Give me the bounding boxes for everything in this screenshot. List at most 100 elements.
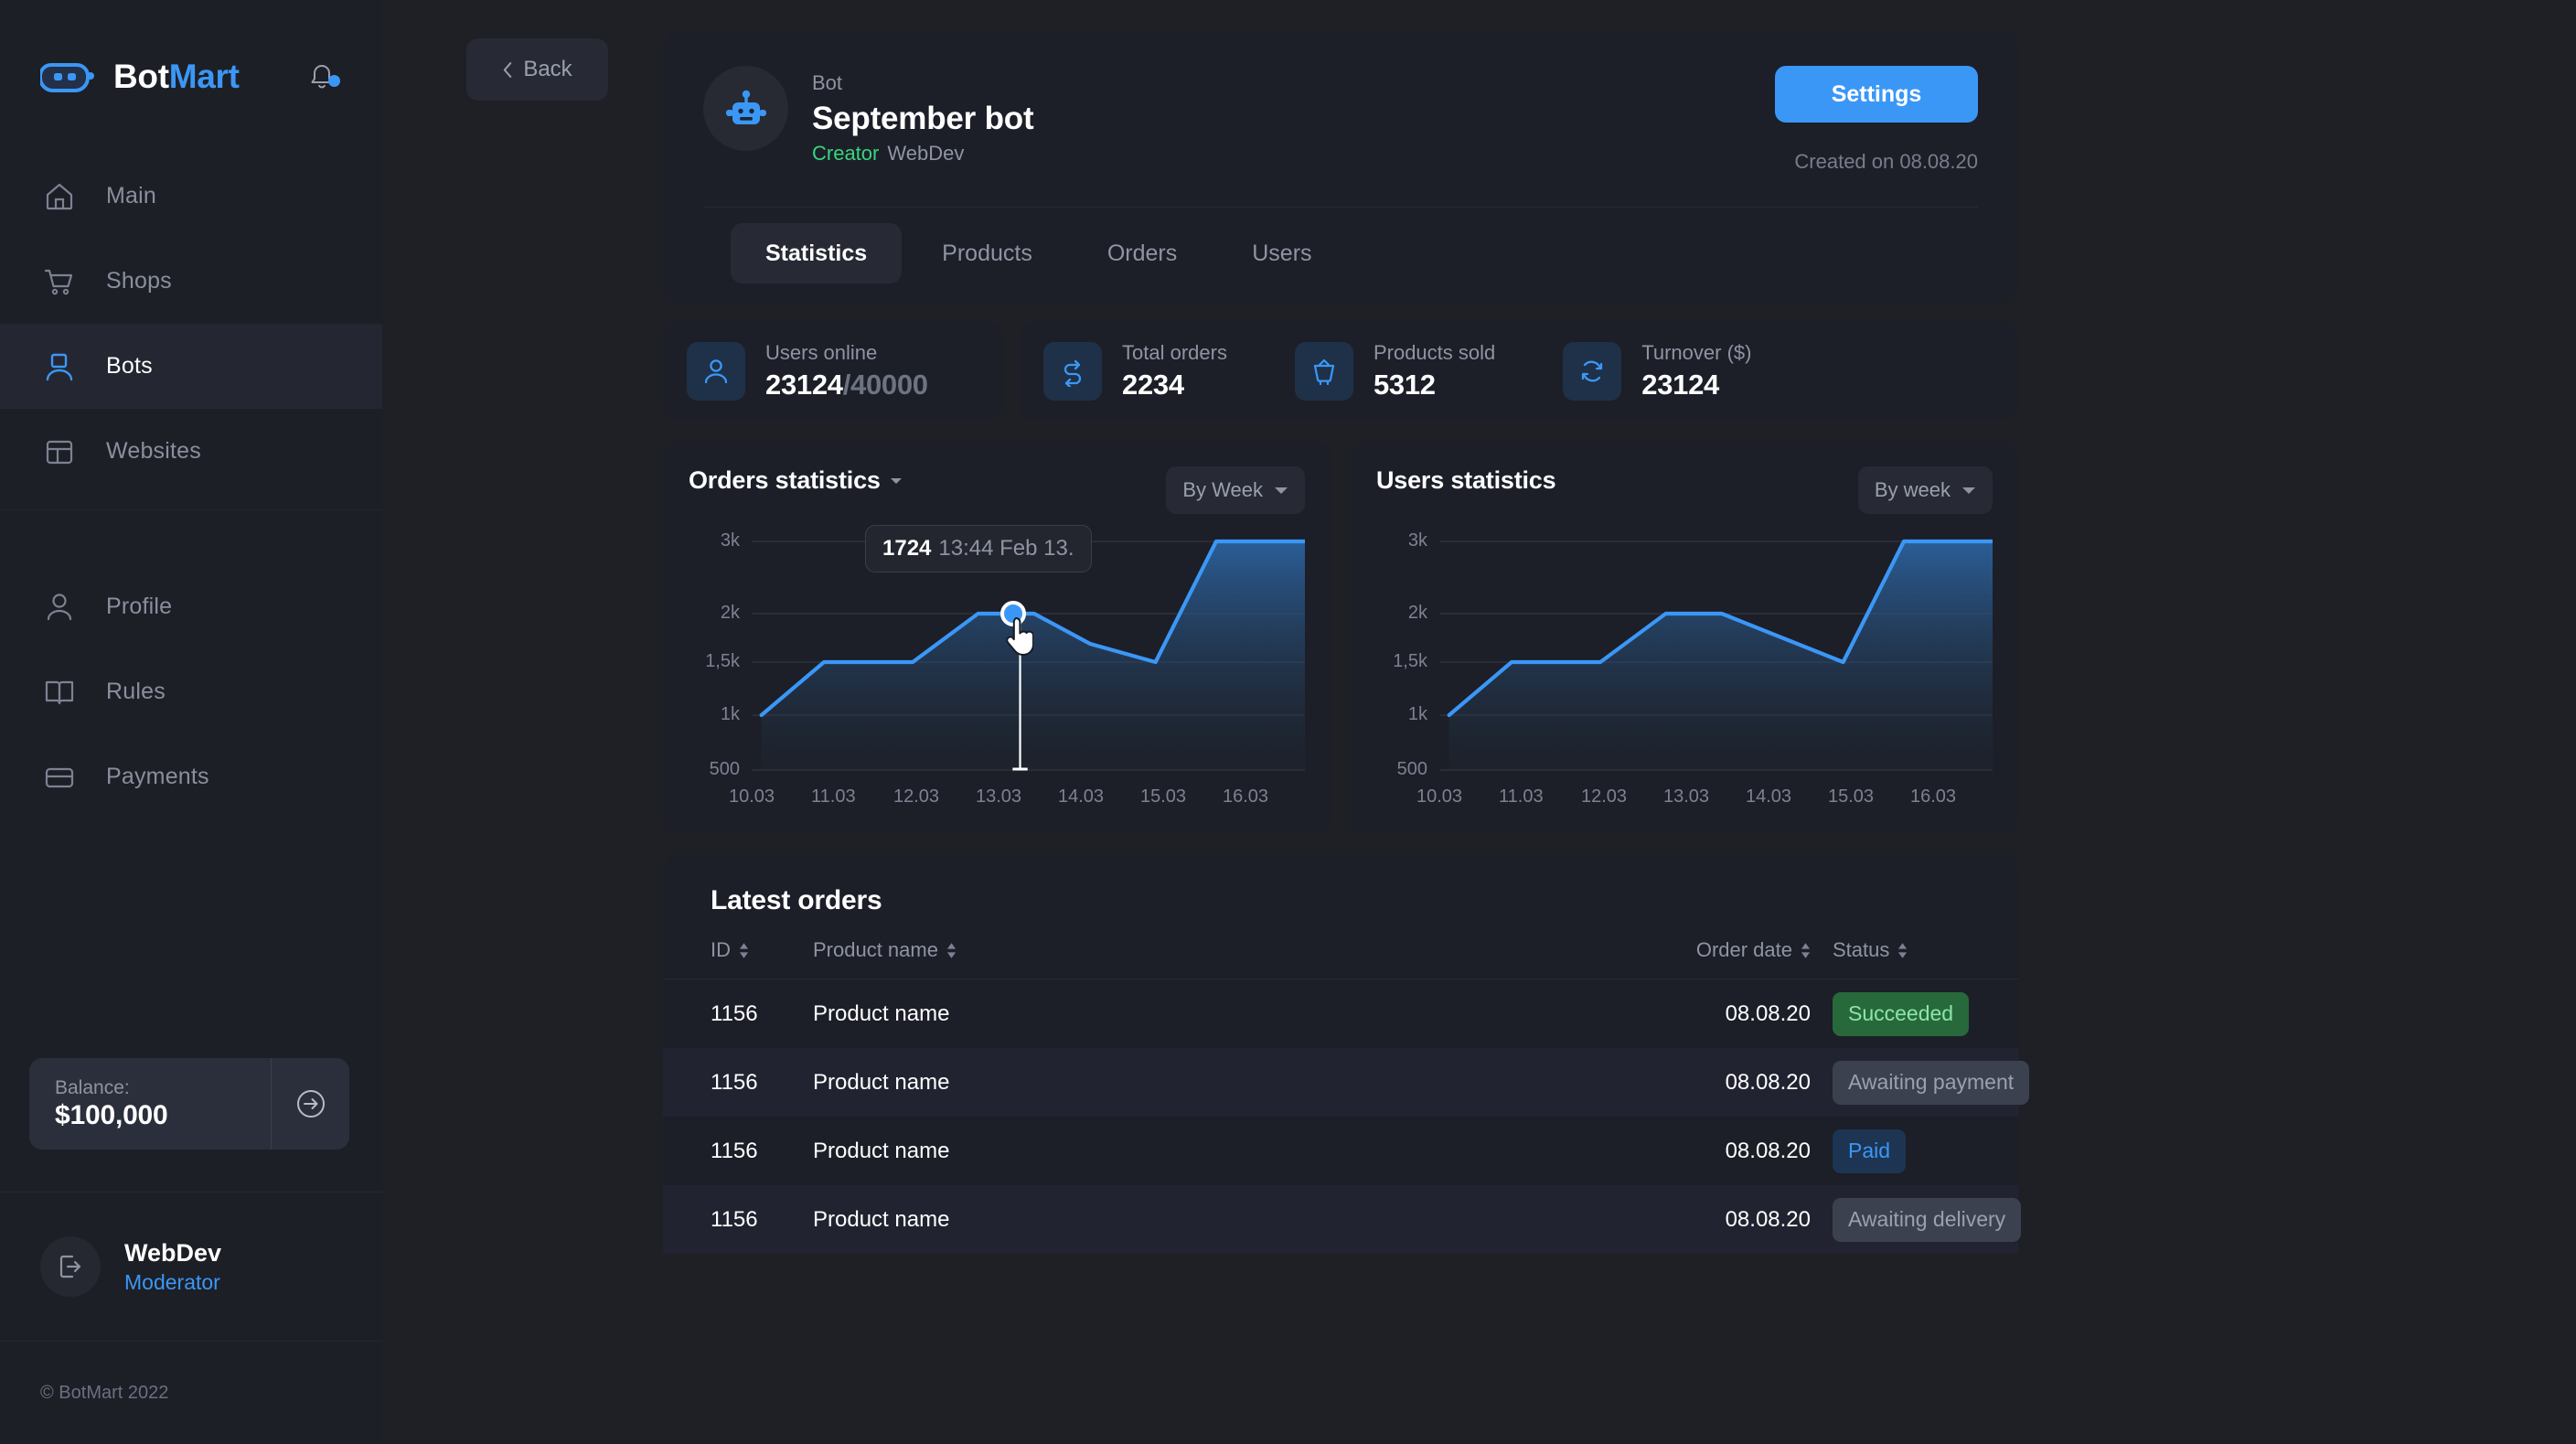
column-header-label: Status [1833,938,1890,961]
column-header-order-date[interactable]: Order date [1635,938,1811,962]
settings-button[interactable]: Settings [1775,66,1978,123]
sidebar-item-profile[interactable]: Profile [0,564,382,649]
cell-id: 1156 [711,1069,758,1095]
table-row[interactable]: 1156 Product name 08.08.20 Succeeded [663,979,2018,1048]
person-icon [40,588,79,626]
x-tick-label: 15.03 [1140,786,1187,807]
sidebar-item-label: Bots [106,353,153,379]
cell-id: 1156 [711,1206,758,1232]
column-header-product-name[interactable]: Product name [813,938,1635,962]
home-icon [40,177,79,216]
cart-icon [40,262,79,301]
chevron-left-icon [504,61,512,78]
table-row[interactable]: 1156 Product name 08.08.20 Awaiting deli… [663,1185,2022,1254]
y-tick-label: 1k [720,704,740,724]
tab-products[interactable]: Products [907,223,1067,283]
x-tick-label: 10.03 [1416,786,1463,807]
x-tick-label: 13.03 [976,786,1022,807]
column-header-label: ID [711,938,731,961]
bot-row: Bot September bot Creator WebDev Settings… [703,66,1978,174]
chart-title-text: Users statistics [1376,466,1556,494]
status-badge: Paid [1833,1128,1907,1173]
chart-header: Orders statistics By Week [689,466,1305,514]
sort-icon [1898,942,1908,958]
user-role: Moderator [124,1269,220,1294]
x-tick-label: 14.03 [1746,786,1792,807]
orders-period-selector[interactable]: By Week [1166,466,1305,514]
cell-status: Awaiting delivery [1811,1197,2022,1242]
x-tick-label: 15.03 [1828,786,1875,807]
chart-plot-area: 3k 2k 1,5k 1k 500 10.03 11.03 12.03 13.0… [1376,525,1993,814]
status-badge: Awaiting payment [1833,1060,2030,1105]
stat-card-users-online: Users online 23124/40000 [663,322,1003,421]
sidebar-item-label: Rules [106,679,166,704]
back-button-label: Back [523,57,572,81]
sidebar-item-shops[interactable]: Shops [0,239,382,324]
latest-orders-title: Latest orders [711,885,882,915]
sidebar-item-payments[interactable]: Payments [0,734,382,819]
bot-header-actions: Settings Created on 08.08.20 [1775,66,1978,174]
x-tick-label: 14.03 [1058,786,1105,807]
page-title: September bot [812,100,1034,136]
cell-product-name: Product name [813,1000,950,1026]
x-tick-label: 16.03 [1223,786,1269,807]
column-header-status[interactable]: Status [1811,938,1971,962]
bot-kind-label: Bot [812,71,843,94]
content-column: Bot September bot Creator WebDev Settings… [663,31,2030,1254]
y-tick-label: 2k [720,603,740,623]
charts-row: Orders statistics By Week 3k 2k 1,5k 1k … [663,441,2018,834]
chart-tooltip-value: 1724 [882,536,932,561]
current-user[interactable]: WebDev Moderator [0,1193,382,1341]
x-tick-label: 16.03 [1910,786,1957,807]
user-meta: WebDev Moderator [124,1237,221,1297]
tab-users[interactable]: Users [1217,223,1346,283]
column-header-label: Order date [1695,938,1792,961]
balance-text: Balance: $100,000 [29,1076,271,1131]
cell-order-date: 08.08.20 [1725,1069,1811,1095]
user-name: WebDev [124,1238,222,1267]
column-header-id[interactable]: ID [711,938,813,962]
chart-tooltip: 1724 13:44 Feb 13. [865,525,1092,572]
stats-row: Users online 23124/40000 Total orders 22… [663,322,2018,421]
sidebar-item-label: Main [106,183,156,209]
cell-status: Awaiting payment [1811,1060,2030,1105]
x-tick-label: 13.03 [1663,786,1710,807]
sidebar-item-main[interactable]: Main [0,154,382,239]
tab-statistics[interactable]: Statistics [731,223,903,283]
balance-card: Balance: $100,000 [29,1058,349,1150]
chart-tooltip-timestamp: 13:44 Feb 13. [938,536,1074,561]
chart-title[interactable]: Orders statistics [689,466,903,495]
arrow-right-circle-icon [296,1090,325,1118]
sidebar-item-websites[interactable]: Websites [0,409,382,494]
bot-user-icon [40,348,79,386]
sidebar-item-bots[interactable]: Bots [0,324,382,409]
sidebar-item-label: Profile [106,594,173,619]
back-button[interactable]: Back [466,38,608,101]
y-tick-label: 1,5k [1393,651,1427,671]
stat-text: Products sold 5312 [1374,339,1495,403]
brand-name: BotMart [113,58,240,96]
shuffle-icon [1043,341,1102,401]
cell-order-date: 08.08.20 [1725,1000,1811,1026]
table-row[interactable]: 1156 Product name 08.08.20 Paid [663,1117,2018,1185]
cell-status: Succeeded [1811,991,1971,1036]
y-tick-label: 1k [1407,704,1427,724]
balance-topup-button[interactable] [271,1058,349,1150]
stat-card-turnover: Turnover ($) 23124 [1563,339,1751,403]
notifications-button[interactable] [302,57,342,97]
balance-label: Balance: [55,1076,130,1098]
sort-icon [946,942,957,958]
table-row[interactable]: 1156 Product name 08.08.20 Awaiting paym… [663,1048,2030,1117]
topbar: Back Bot September bot Creator WebDev Se… [382,31,2576,1254]
bot-creator: Creator WebDev [812,140,1033,167]
sidebar-item-rules[interactable]: Rules [0,649,382,734]
book-icon [40,673,79,711]
column-header-label: Product name [813,938,938,961]
bot-creator-name: WebDev [887,141,965,165]
created-on-label: Created on 08.08.20 [1794,150,1978,173]
tab-orders[interactable]: Orders [1073,223,1212,283]
stat-value-total: /40000 [842,368,928,401]
users-period-selector[interactable]: By week [1857,466,1993,514]
users-chart-svg [1439,525,1993,771]
